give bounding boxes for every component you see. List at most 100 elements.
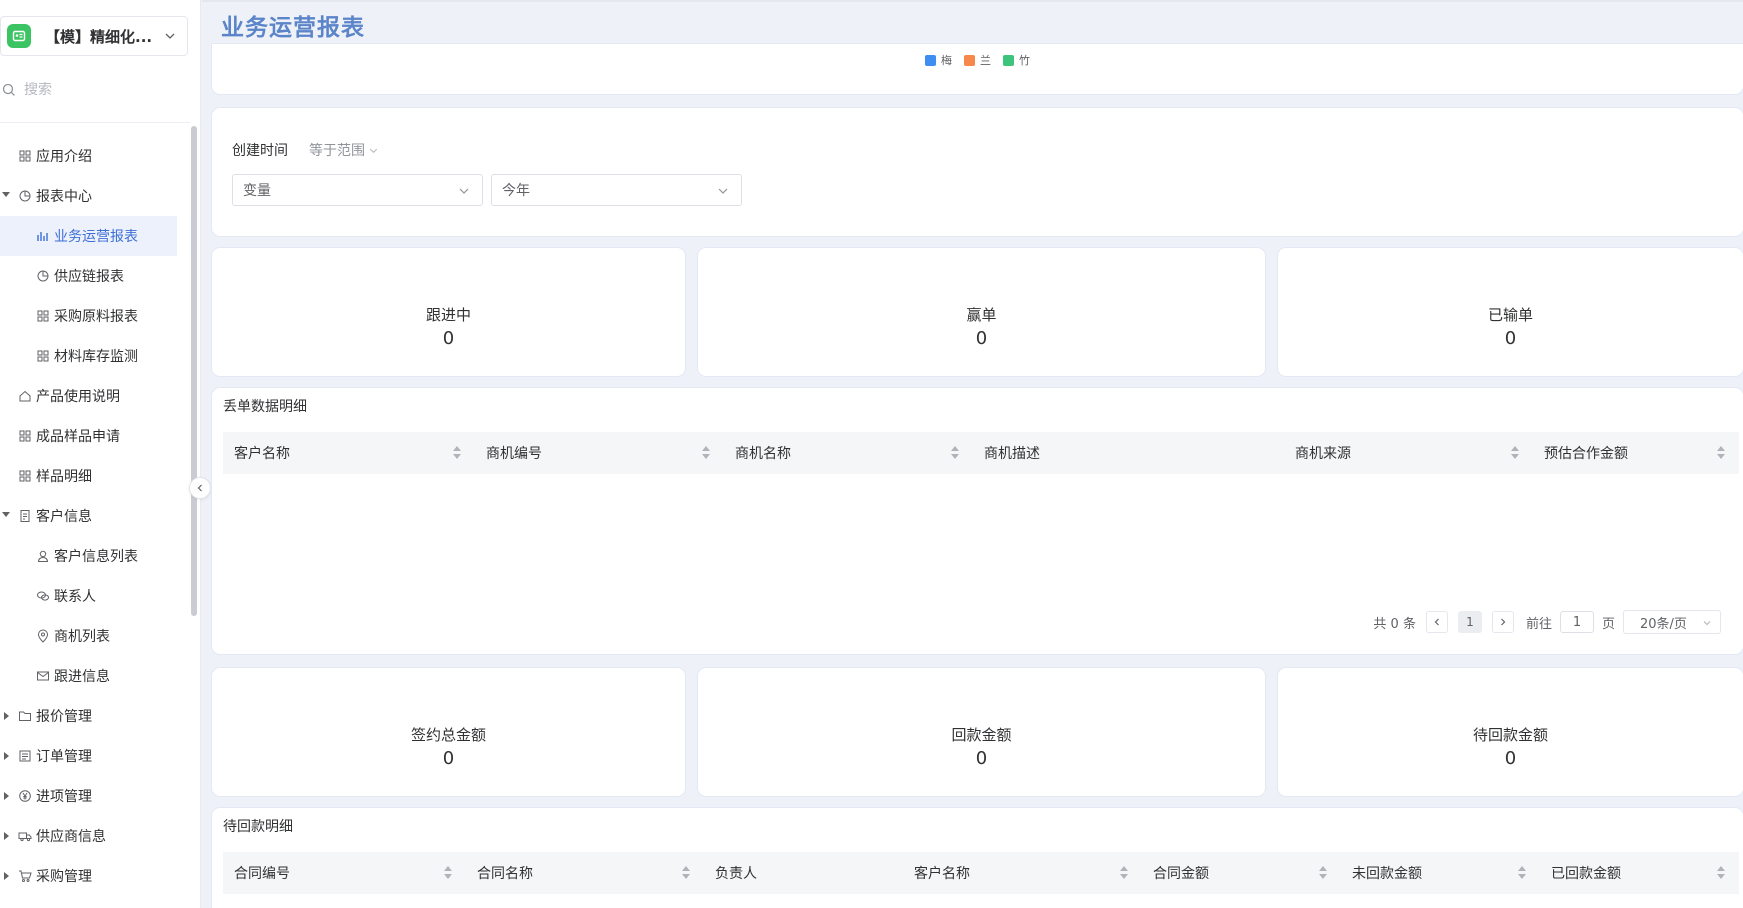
sidebar-item-label: 跟进信息 [54, 669, 110, 685]
filter-card: 创建时间 等于范围 变量 今年 [212, 108, 1743, 236]
caret-right-icon [4, 712, 9, 720]
sidebar-item-purchase-report[interactable]: 采购原料报表 [0, 296, 177, 336]
column-header-opportunity-no[interactable]: 商机编号 [475, 432, 724, 474]
column-header-customer-name[interactable]: 客户名称 [223, 432, 475, 474]
filter-operator-dropdown[interactable]: 等于范围 [309, 140, 379, 160]
prev-page-button[interactable] [1425, 611, 1448, 633]
sidebar-item-supply-chain-report[interactable]: 供应链报表 [0, 256, 177, 296]
sidebar-item-report-center[interactable]: 报表中心 [0, 176, 177, 216]
sidebar-scrollbar[interactable] [191, 126, 197, 616]
sort-icon[interactable] [702, 445, 712, 461]
kpi-title: 签约总金额 [410, 726, 486, 744]
column-header-contract-no[interactable]: 合同编号 [223, 852, 466, 894]
home-icon [19, 390, 31, 402]
sidebar-item-order-management[interactable]: 订单管理 [0, 736, 177, 776]
filter-operator-label: 等于范围 [309, 143, 365, 159]
sort-icon[interactable] [453, 445, 463, 461]
sidebar-item-product-guide[interactable]: 产品使用说明 [0, 376, 177, 416]
column-header-received-amount[interactable]: 已回款金额 [1540, 852, 1739, 894]
column-header-opportunity-source[interactable]: 商机来源 [1284, 432, 1533, 474]
column-label: 预估合作金额 [1544, 446, 1628, 462]
column-header-customer-name[interactable]: 客户名称 [903, 852, 1142, 894]
sidebar-item-label: 报价管理 [36, 709, 92, 725]
caret-down-icon [2, 192, 10, 197]
column-header-opportunity-name[interactable]: 商机名称 [724, 432, 973, 474]
sidebar-item-sample-detail[interactable]: 样品明细 [0, 456, 177, 496]
kpi-title: 跟进中 [425, 306, 471, 324]
sidebar-item-customer-list[interactable]: 客户信息列表 [0, 536, 177, 576]
app-name: 【模】精细化... [45, 27, 153, 46]
pagination-total: 共 0 条 [1373, 616, 1416, 632]
kpi-value: 0 [442, 748, 455, 769]
next-page-button[interactable] [1491, 611, 1514, 633]
search-input[interactable] [24, 82, 174, 98]
chevron-down-icon [1703, 621, 1711, 626]
column-label: 商机描述 [984, 446, 1040, 462]
chart-legend: 梅 兰 竹 [212, 52, 1743, 68]
sort-icon[interactable] [1511, 445, 1521, 461]
sidebar-item-label: 样品明细 [36, 469, 92, 485]
table-header: 合同编号 合同名称 负责人 客户名称 合同金额 未回款金额 已回款金额 [223, 852, 1739, 894]
page-number-current[interactable]: 1 [1457, 611, 1482, 633]
select-value: 今年 [502, 183, 530, 199]
sidebar-item-inventory-monitor[interactable]: 材料库存监测 [0, 336, 177, 376]
table-title: 丢单数据明细 [223, 399, 307, 415]
sidebar-item-purchase-management[interactable]: 采购管理 [0, 856, 177, 896]
column-header-contract-name[interactable]: 合同名称 [466, 852, 704, 894]
divider [0, 122, 190, 123]
grid-icon [19, 430, 31, 442]
main-content: 业务运营报表 梅 兰 竹 创建时间 等于范围 变量 今年 跟进中 0 赢单 0 … [202, 0, 1743, 908]
sidebar: 【模】精细化... 应用介绍 报表中心 业务运营报表 供应链报表 采购原料报表 [0, 0, 201, 908]
sidebar-item-label: 进项管理 [36, 789, 92, 805]
kpi-title: 赢单 [966, 306, 997, 324]
sort-icon[interactable] [1120, 865, 1130, 881]
sort-icon[interactable] [682, 865, 692, 881]
sort-icon[interactable] [444, 865, 454, 881]
chevron-down-icon [459, 188, 469, 194]
grid-icon [19, 150, 31, 162]
app-switcher[interactable]: 【模】精细化... [0, 16, 188, 56]
page-jump-input[interactable] [1559, 611, 1594, 633]
filter-range-select[interactable]: 今年 [491, 174, 742, 206]
sidebar-item-opportunity-list[interactable]: 商机列表 [0, 616, 177, 656]
top-strip [202, 0, 1743, 2]
kpi-value: 0 [1504, 748, 1517, 769]
column-label: 客户名称 [234, 446, 290, 462]
kpi-value: 0 [1504, 328, 1517, 349]
kpi-card-contract-total: 签约总金额 0 [212, 668, 685, 796]
filter-type-select[interactable]: 变量 [232, 174, 483, 206]
kpi-value: 0 [975, 748, 988, 769]
sidebar-item-label: 商机列表 [54, 629, 110, 645]
sidebar-item-app-intro[interactable]: 应用介绍 [0, 136, 177, 176]
kpi-card-following: 跟进中 0 [212, 248, 685, 376]
page-size-select[interactable]: 20条/页 [1623, 610, 1721, 634]
sidebar-item-business-report[interactable]: 业务运营报表 [0, 216, 177, 256]
column-header-unreceived-amount[interactable]: 未回款金额 [1341, 852, 1540, 894]
sort-icon[interactable] [1717, 865, 1727, 881]
kpi-card-lost: 已输单 0 [1278, 248, 1743, 376]
legend-item-mei[interactable]: 梅 [925, 52, 952, 68]
sidebar-item-label: 材料库存监测 [54, 349, 138, 365]
sort-icon[interactable] [1717, 445, 1727, 461]
sidebar-item-quote-management[interactable]: 报价管理 [0, 696, 177, 736]
sidebar-item-contacts[interactable]: 联系人 [0, 576, 177, 616]
filter-field-label: 创建时间 [232, 143, 288, 159]
sidebar-item-label: 产品使用说明 [36, 389, 120, 405]
legend-item-zhu[interactable]: 竹 [1003, 52, 1030, 68]
legend-item-lan[interactable]: 兰 [964, 52, 991, 68]
column-header-estimated-amount[interactable]: 预估合作金额 [1533, 432, 1739, 474]
kpi-title: 待回款金额 [1472, 726, 1548, 744]
sidebar-item-label: 供应链报表 [54, 269, 124, 285]
column-label: 合同名称 [477, 866, 533, 882]
sidebar-item-supplier-info[interactable]: 供应商信息 [0, 816, 177, 856]
column-label: 商机名称 [735, 446, 791, 462]
sort-icon[interactable] [1319, 865, 1329, 881]
app-logo-icon [7, 24, 31, 48]
sidebar-item-follow-up[interactable]: 跟进信息 [0, 656, 177, 696]
sort-icon[interactable] [951, 445, 961, 461]
sidebar-item-sample-request[interactable]: 成品样品申请 [0, 416, 177, 456]
sort-icon[interactable] [1518, 865, 1528, 881]
column-header-contract-amount[interactable]: 合同金额 [1142, 852, 1341, 894]
sidebar-item-customer-info[interactable]: 客户信息 [0, 496, 177, 536]
sidebar-item-income-management[interactable]: 进项管理 [0, 776, 177, 816]
